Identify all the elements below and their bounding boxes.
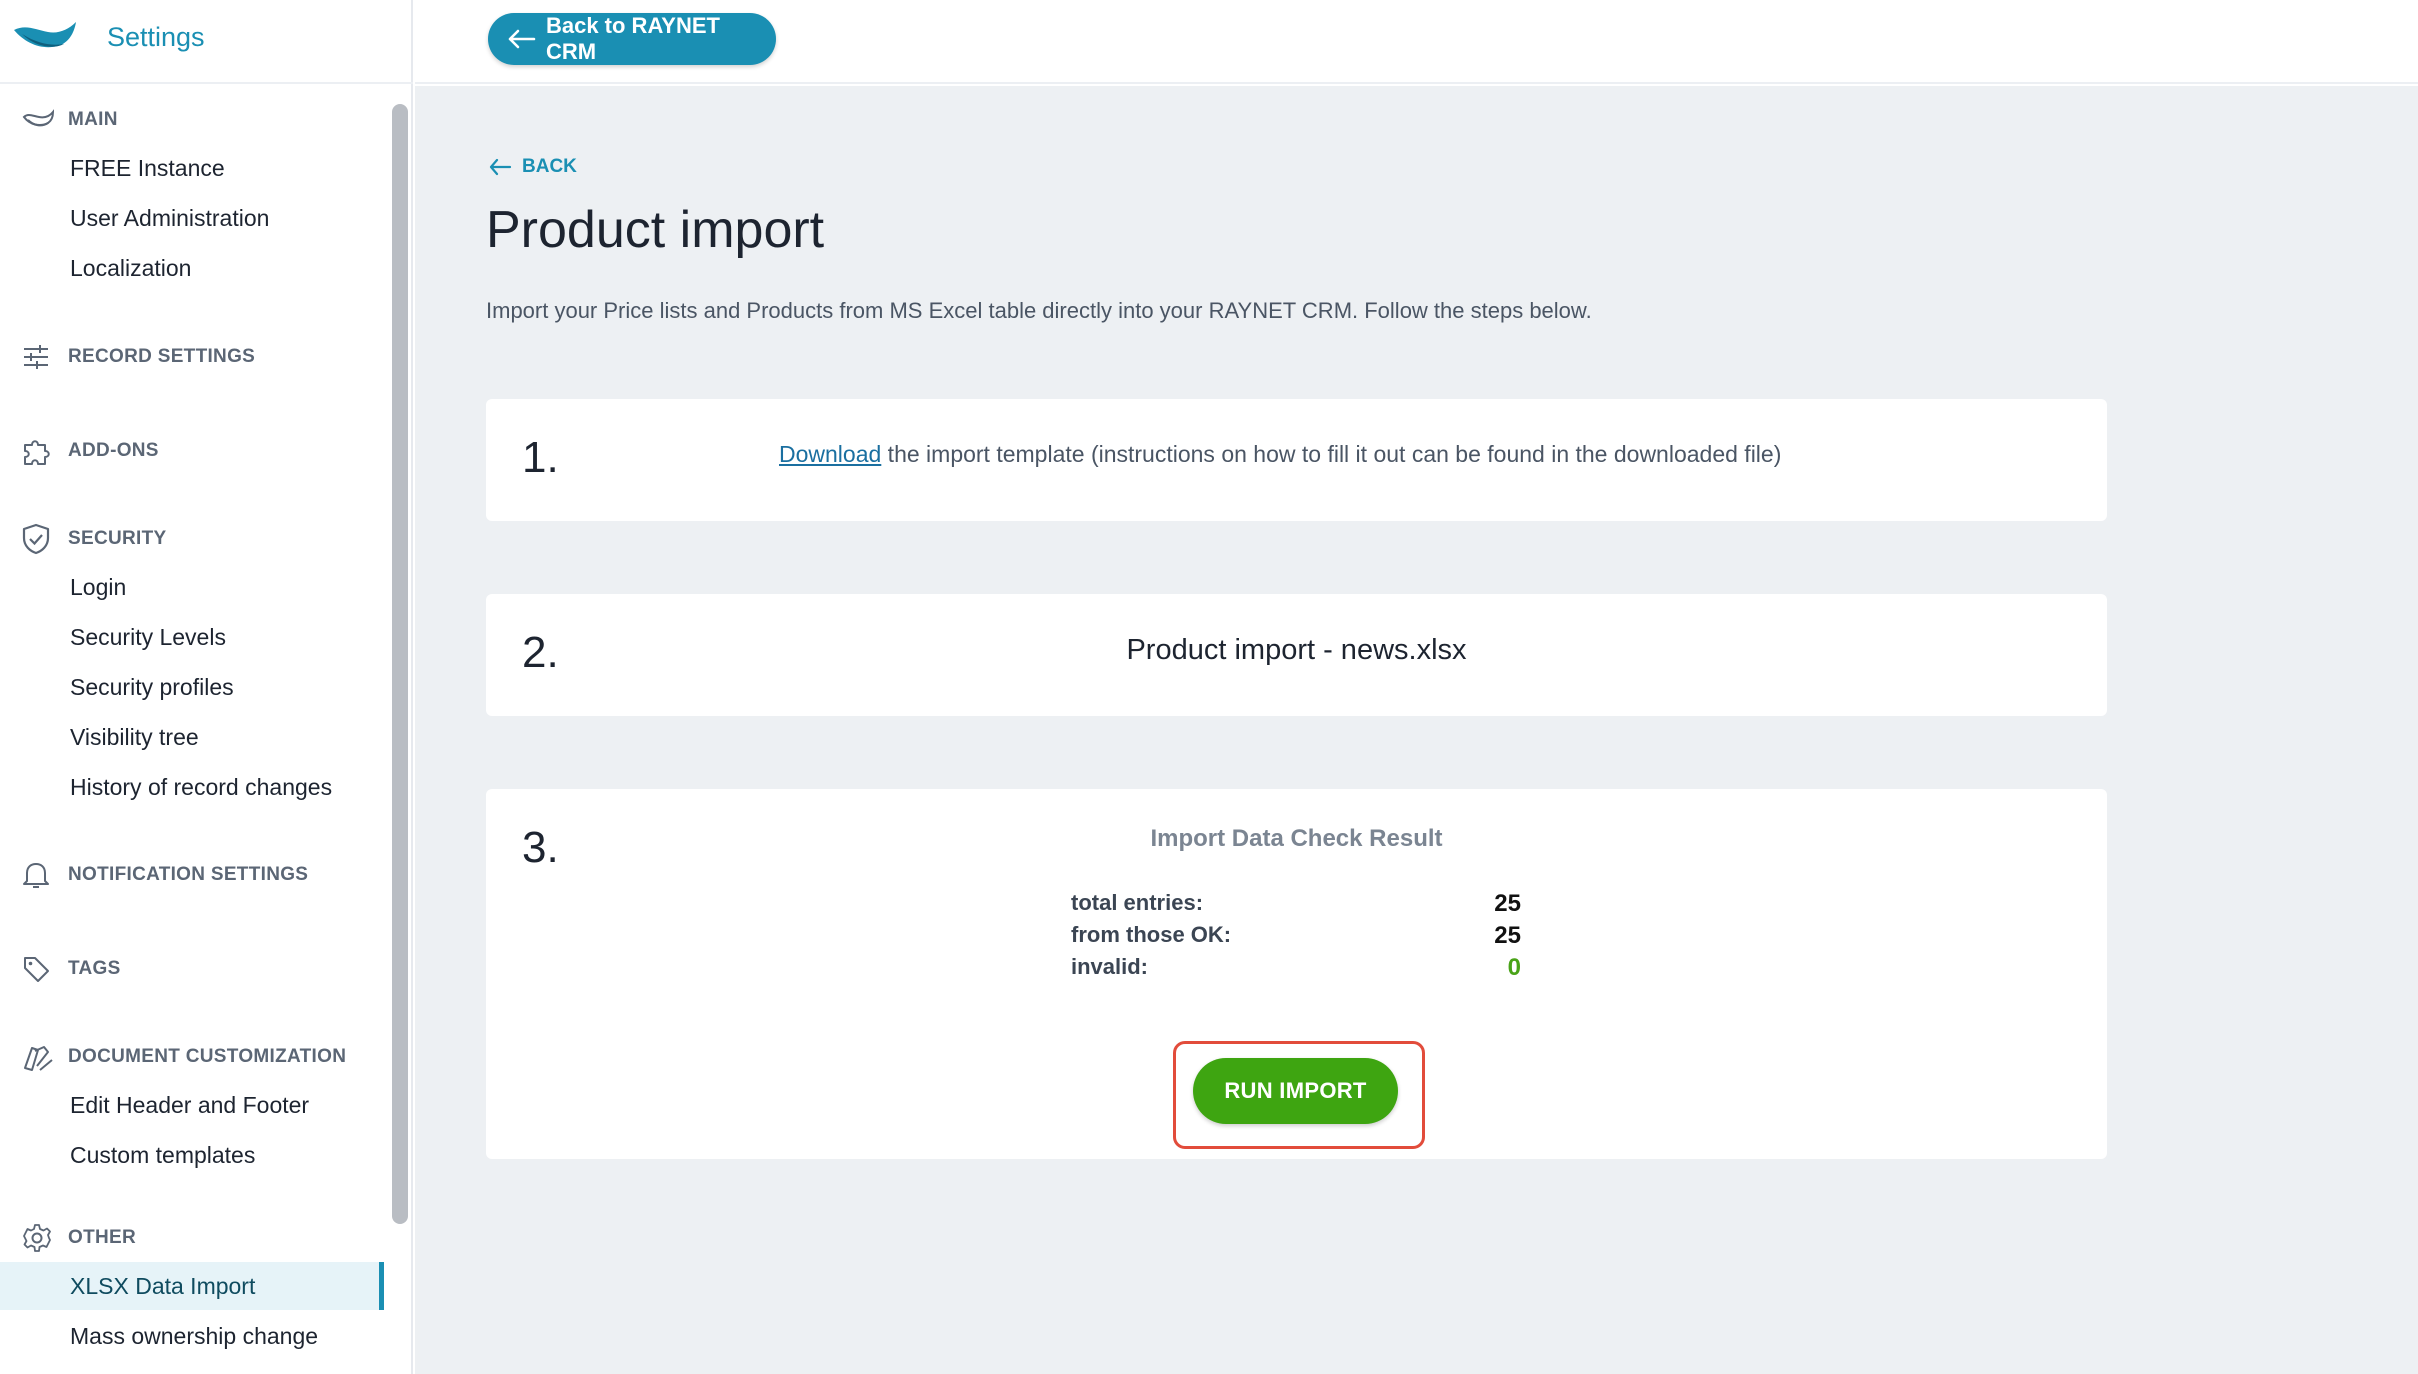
- section-title: DOCUMENT CUSTOMIZATION: [68, 1046, 347, 1067]
- step-1-card: 1. Download the import template (instruc…: [486, 399, 2107, 521]
- section-record-settings[interactable]: RECORD SETTINGS: [22, 341, 255, 373]
- result-value: 25: [1494, 922, 1521, 949]
- result-value: 0: [1507, 954, 1521, 981]
- step-number: 1.: [522, 433, 559, 482]
- app-root: Settings MAIN FREE Instance User Adminis…: [0, 0, 2418, 1374]
- sidebar-item-visibility-tree[interactable]: Visibility tree: [0, 713, 384, 761]
- bell-icon: [22, 859, 56, 891]
- result-title: Import Data Check Result: [1150, 825, 1443, 852]
- section-title: OTHER: [68, 1227, 136, 1248]
- sidebar-item-localization[interactable]: Localization: [0, 244, 384, 292]
- run-import-button[interactable]: RUN IMPORT: [1193, 1058, 1398, 1124]
- sidebar-scrollbar-thumb[interactable]: [392, 104, 408, 1224]
- step-2-card[interactable]: 2. Product import - news.xlsx: [486, 594, 2107, 716]
- gear-icon: [22, 1222, 56, 1254]
- section-tags[interactable]: TAGS: [22, 953, 121, 985]
- section-title: ADD-ONS: [68, 440, 159, 461]
- section-document-customization: DOCUMENT CUSTOMIZATION: [22, 1041, 346, 1073]
- page-title: Product import: [486, 201, 825, 259]
- back-to-crm-button[interactable]: Back to RAYNET CRM: [488, 13, 776, 65]
- sidebar-item-custom-templates[interactable]: Custom templates: [0, 1131, 384, 1179]
- sidebar-item-edit-header-and-footer[interactable]: Edit Header and Footer: [0, 1081, 384, 1129]
- arrow-left-icon: [508, 29, 536, 49]
- raynet-icon: [22, 104, 56, 136]
- result-label: total entries:: [1071, 890, 1204, 915]
- section-title: SECURITY: [68, 528, 167, 549]
- result-value: 25: [1494, 890, 1521, 917]
- sidebar-item-free-instance[interactable]: FREE Instance: [0, 144, 384, 192]
- app-title: Settings: [107, 22, 205, 52]
- sliders-icon: [22, 341, 56, 373]
- section-other: OTHER: [22, 1222, 136, 1254]
- brand-header: Settings: [0, 0, 413, 84]
- sidebar-item-user-administration[interactable]: User Administration: [0, 194, 384, 242]
- sidebar-item-mass-ownership-change[interactable]: Mass ownership change: [0, 1312, 384, 1360]
- result-row-invalid: invalid: 0: [1071, 954, 1521, 986]
- section-title: TAGS: [68, 958, 121, 979]
- section-title: NOTIFICATION SETTINGS: [68, 864, 309, 885]
- section-title: MAIN: [68, 109, 118, 130]
- section-title: RECORD SETTINGS: [68, 346, 256, 367]
- sidebar: Settings MAIN FREE Instance User Adminis…: [0, 0, 413, 1374]
- section-security: SECURITY: [22, 523, 166, 555]
- sidebar-item-xlsx-data-import[interactable]: XLSX Data Import: [0, 1262, 384, 1310]
- raynet-logo-icon[interactable]: [12, 16, 78, 56]
- main-content: [415, 86, 2418, 1374]
- download-template-link[interactable]: Download: [779, 441, 881, 467]
- sidebar-item-history-of-record-changes[interactable]: History of record changes: [0, 763, 384, 811]
- back-to-crm-label: Back to RAYNET CRM: [545, 13, 720, 64]
- palette-icon: [22, 1041, 56, 1073]
- section-add-ons[interactable]: ADD-ONS: [22, 435, 159, 467]
- step-1-text: Download the import template (instructio…: [779, 441, 1781, 468]
- result-label: from those OK:: [1071, 922, 1232, 947]
- arrow-left-icon: [489, 158, 512, 176]
- result-row-ok: from those OK: 25: [1071, 922, 1521, 954]
- puzzle-icon: [22, 435, 56, 467]
- uploaded-file-name: Product import - news.xlsx: [1126, 634, 1467, 666]
- sidebar-item-login[interactable]: Login: [0, 563, 384, 611]
- tag-icon: [22, 953, 56, 985]
- result-row-total: total entries: 25: [1071, 890, 1521, 922]
- back-link-label: BACK: [522, 156, 577, 177]
- result-label: invalid:: [1071, 954, 1149, 979]
- back-link[interactable]: BACK: [488, 156, 577, 178]
- sidebar-item-security-profiles[interactable]: Security profiles: [0, 663, 384, 711]
- section-main: MAIN: [22, 104, 118, 136]
- page-intro: Import your Price lists and Products fro…: [486, 298, 1592, 323]
- section-notification-settings[interactable]: NOTIFICATION SETTINGS: [22, 859, 308, 891]
- sidebar-nav: MAIN FREE Instance User Administration L…: [0, 86, 386, 1374]
- shield-icon: [22, 523, 56, 555]
- step-1-description: the import template (instructions on how…: [881, 441, 1782, 467]
- sidebar-item-security-levels[interactable]: Security Levels: [0, 613, 384, 661]
